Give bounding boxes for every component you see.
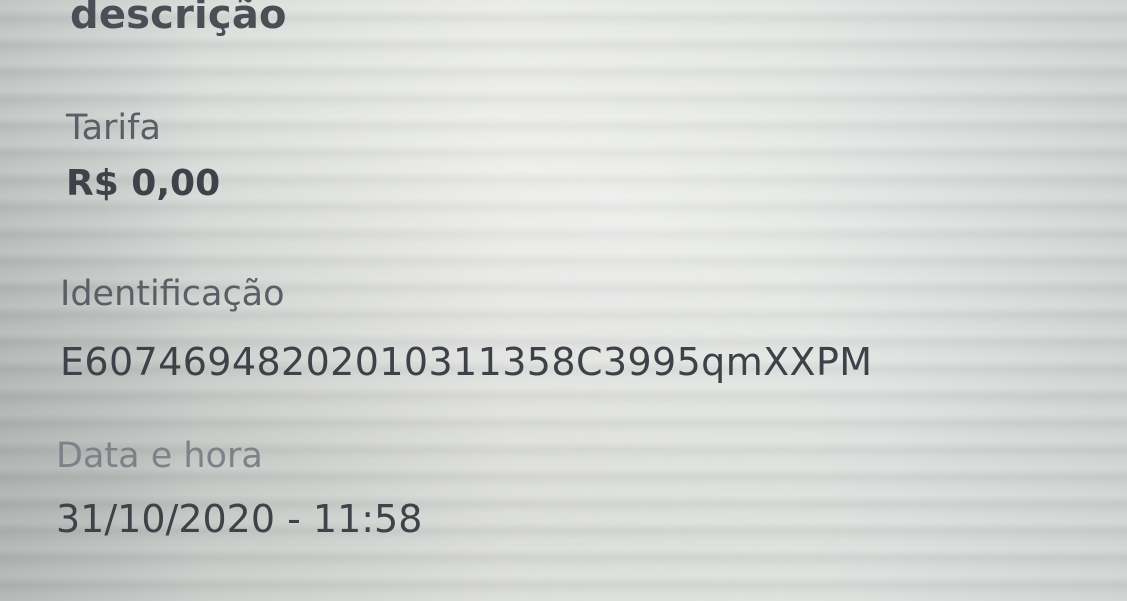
identification-value: E60746948202010311358C3995qmXXPM bbox=[60, 340, 873, 384]
description-heading: descrição bbox=[70, 0, 287, 38]
transaction-details-screen: descrição Tarifa R$ 0,00 Identificação E… bbox=[0, 0, 1127, 601]
fare-label: Tarifa bbox=[66, 108, 161, 148]
fare-value: R$ 0,00 bbox=[66, 163, 221, 204]
datetime-value: 31/10/2020 - 11:58 bbox=[56, 497, 423, 541]
identification-label: Identificação bbox=[60, 274, 285, 314]
datetime-label: Data e hora bbox=[56, 436, 263, 476]
